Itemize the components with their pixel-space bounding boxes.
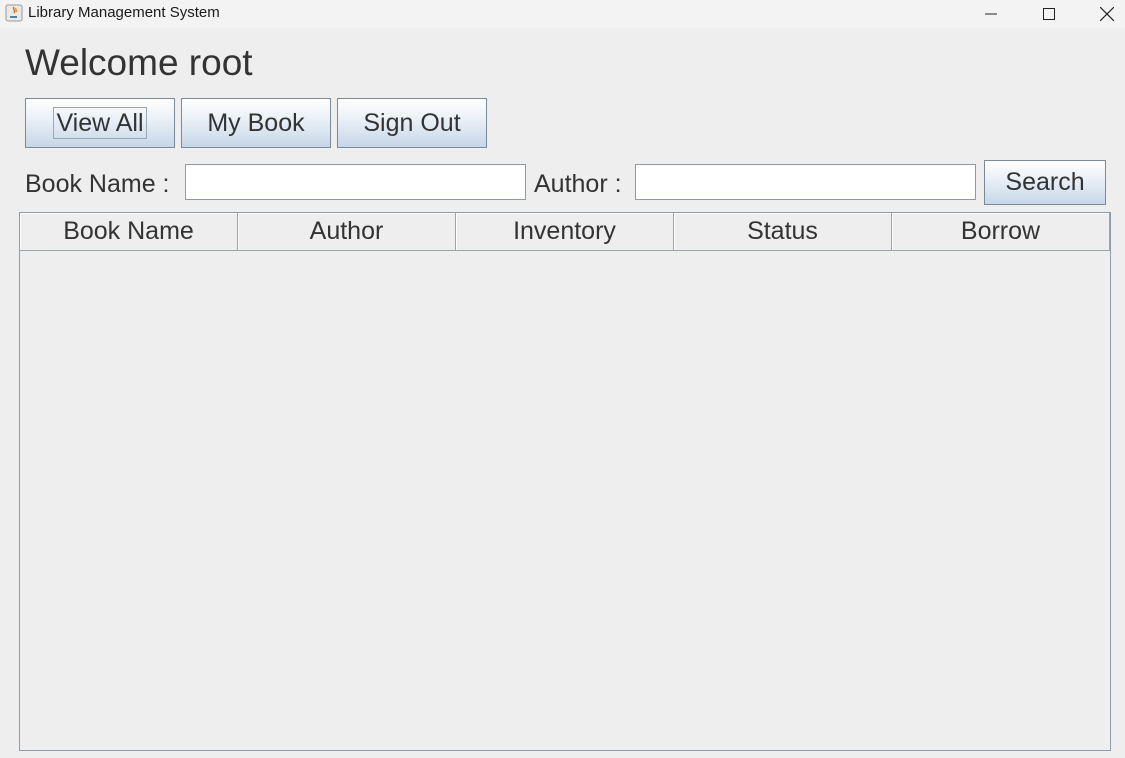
welcome-heading: Welcome root (25, 42, 253, 83)
books-table[interactable]: Book Name Author Inventory Status Borrow (19, 212, 1111, 751)
column-header-author[interactable]: Author (238, 213, 456, 251)
sign-out-button[interactable]: Sign Out (337, 98, 487, 148)
search-button[interactable]: Search (984, 160, 1106, 205)
author-label: Author : (534, 170, 622, 198)
table-body[interactable] (20, 251, 1110, 750)
maximize-button[interactable] (1026, 0, 1072, 28)
column-header-status[interactable]: Status (674, 213, 892, 251)
close-button[interactable] (1084, 0, 1125, 28)
view-all-button[interactable]: View All (25, 98, 175, 148)
java-icon (5, 4, 23, 22)
app-window: Library Management System Welcome root V… (0, 0, 1125, 758)
my-book-button[interactable]: My Book (181, 98, 331, 148)
minimize-icon (985, 13, 997, 15)
minimize-button[interactable] (968, 0, 1014, 28)
column-header-borrow[interactable]: Borrow (892, 213, 1110, 251)
maximize-icon (1043, 8, 1055, 20)
table-header: Book Name Author Inventory Status Borrow (20, 213, 1110, 251)
view-all-label: View All (53, 107, 147, 139)
title-bar: Library Management System (0, 0, 1125, 28)
close-icon (1100, 7, 1114, 21)
column-header-book-name[interactable]: Book Name (20, 213, 238, 251)
author-input[interactable] (635, 164, 976, 200)
column-header-inventory[interactable]: Inventory (456, 213, 674, 251)
book-name-label: Book Name : (25, 170, 170, 198)
book-name-input[interactable] (185, 164, 526, 200)
window-title: Library Management System (28, 4, 220, 21)
